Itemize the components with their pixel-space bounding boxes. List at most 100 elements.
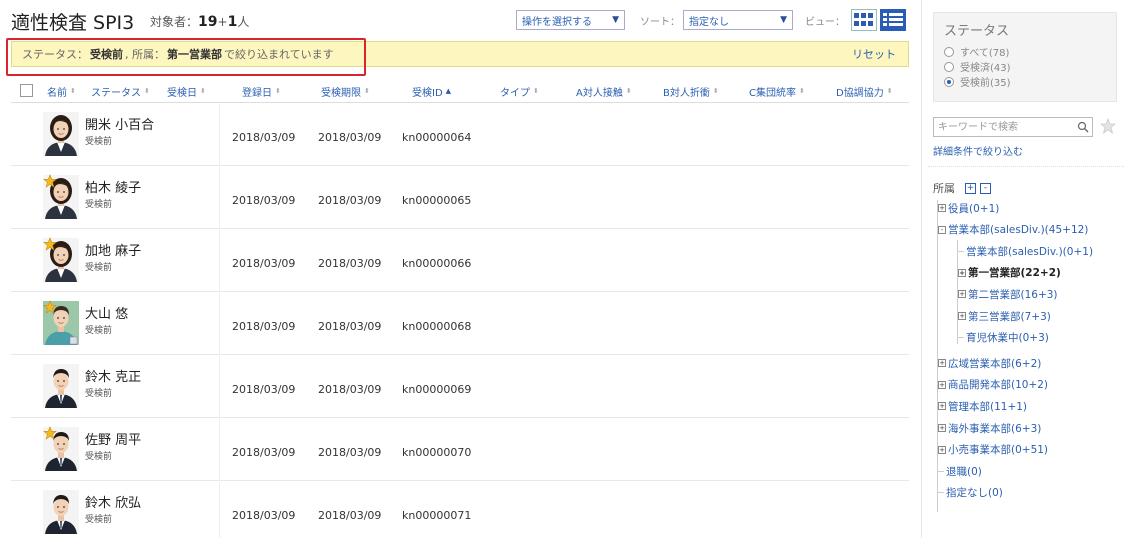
action-select[interactable]: 操作を選択する ▼ bbox=[516, 10, 625, 30]
column-header[interactable]: 受検ID ▲ bbox=[412, 84, 451, 99]
status-filter-title: ステータス bbox=[944, 24, 1010, 39]
person-name[interactable]: 大山 悠 bbox=[85, 303, 128, 322]
expand-icon[interactable]: + bbox=[938, 359, 946, 368]
column-divider bbox=[219, 356, 220, 418]
radio-button[interactable] bbox=[944, 46, 954, 57]
expand-icon[interactable]: + bbox=[958, 312, 966, 320]
view-wrap: ビュー： bbox=[805, 9, 906, 31]
sort-select[interactable]: 指定なし ▼ bbox=[683, 10, 793, 30]
column-header[interactable]: B対人折衝 ⬍ bbox=[663, 84, 719, 99]
sort-wrap: ソート： 指定なし ▼ bbox=[640, 10, 793, 30]
expand-icon[interactable]: + bbox=[938, 424, 946, 432]
chevron-down-icon: ▼ bbox=[612, 15, 619, 25]
tree-item[interactable]: + 第三営業部(7+3) bbox=[958, 309, 1051, 323]
table-row[interactable]: 鈴木 克正 受検前 2018/03/09 2018/03/09 kn00000069 bbox=[11, 356, 909, 418]
person-status: 受検前 bbox=[85, 137, 113, 147]
main-panel: 適性検査 SPI3 対象者：19+1人 操作を選択する ▼ ソート： 指定なし ▼ … bbox=[0, 0, 920, 538]
tree-item[interactable]: 営業本部(salesDiv.)(0+1) bbox=[958, 244, 1093, 258]
detail-filter-link[interactable]: 詳細条件で絞り込む bbox=[933, 143, 1023, 158]
tree-item[interactable]: + 第二営業部(16+3) bbox=[958, 287, 1058, 301]
tree-item[interactable]: - 営業本部(salesDiv.)(45+12) bbox=[938, 223, 1088, 237]
table-row[interactable]: 大山 悠受検前 2018/03/09 2018/03/09 kn00000068 bbox=[11, 293, 909, 355]
deadline-cell: 2018/03/09 bbox=[318, 194, 382, 207]
collapse-all-icon[interactable]: - bbox=[980, 182, 991, 194]
person-name[interactable]: 加地 麻子 bbox=[85, 240, 141, 259]
radio-button[interactable] bbox=[944, 61, 954, 72]
column-divider bbox=[219, 104, 220, 166]
registered-date-cell: 2018/03/09 bbox=[232, 383, 296, 396]
column-divider bbox=[219, 293, 220, 355]
avatar[interactable] bbox=[43, 112, 79, 156]
tree-branch bbox=[938, 470, 944, 472]
avatar[interactable] bbox=[43, 490, 79, 534]
column-header[interactable]: 名前 ⬍ bbox=[47, 84, 76, 99]
expand-icon[interactable]: + bbox=[938, 380, 946, 389]
tree-item[interactable]: 育児休業中(0+3) bbox=[958, 331, 1049, 345]
sort-icon: ⬍ bbox=[798, 87, 805, 95]
person-status: 受検前 bbox=[85, 200, 113, 210]
collapse-icon[interactable]: - bbox=[938, 225, 946, 234]
expand-icon[interactable]: + bbox=[958, 290, 966, 299]
search-icon[interactable] bbox=[1077, 121, 1089, 133]
person-name[interactable]: 柏木 綾子 bbox=[85, 177, 141, 196]
select-all-checkbox[interactable] bbox=[20, 84, 33, 97]
tree-item[interactable]: + 小売事業本部(0+51) bbox=[938, 443, 1048, 457]
expand-icon[interactable]: + bbox=[938, 204, 946, 212]
tree-item[interactable]: + 広域営業本部(6+2) bbox=[938, 356, 1041, 370]
exam-id-cell: kn00000069 bbox=[402, 383, 472, 396]
table-row[interactable]: 鈴木 欣弘 受検前 2018/03/09 2018/03/09 kn00000071 bbox=[11, 482, 909, 538]
status-option[interactable]: すべて(78) bbox=[944, 44, 1106, 59]
avatar[interactable] bbox=[43, 364, 79, 408]
tree-item[interactable]: + 管理本部(11+1) bbox=[938, 399, 1027, 413]
tree-item[interactable]: + 第一営業部(22+2) bbox=[958, 266, 1061, 280]
tree-item[interactable]: + 商品開発本部(10+2) bbox=[938, 378, 1048, 392]
column-header[interactable]: A対人接触 ⬍ bbox=[576, 84, 632, 99]
column-header[interactable]: タイプ ⬍ bbox=[500, 84, 539, 99]
person-name[interactable]: 鈴木 克正 bbox=[85, 366, 141, 385]
favorite-star-icon[interactable] bbox=[1100, 118, 1116, 134]
view-label: ビュー： bbox=[805, 16, 845, 28]
registered-date-cell: 2018/03/09 bbox=[232, 509, 296, 522]
grid-view-button[interactable] bbox=[851, 9, 877, 31]
tree-item[interactable]: + 役員(0+1) bbox=[938, 201, 999, 215]
sort-icon: ⬍ bbox=[625, 87, 632, 95]
column-header[interactable]: ステータス ⬍ bbox=[91, 84, 150, 99]
column-header[interactable]: 受検期限 ⬍ bbox=[321, 84, 370, 99]
table-row[interactable]: 佐野 周平 受検前 2018/03/09 2018/03/09 kn00000070 bbox=[11, 419, 909, 481]
star-icon bbox=[43, 174, 57, 188]
status-option[interactable]: 受検前(35) bbox=[944, 74, 1106, 89]
status-option[interactable]: 受検済(43) bbox=[944, 59, 1106, 74]
expand-all-icon[interactable]: + bbox=[965, 182, 976, 194]
star-icon bbox=[43, 300, 57, 314]
sort-icon: ⬍ bbox=[70, 87, 76, 95]
deadline-cell: 2018/03/09 bbox=[318, 383, 382, 396]
expand-icon[interactable]: + bbox=[938, 445, 946, 454]
tree-item[interactable]: 指定なし(0) bbox=[938, 486, 1003, 500]
table-row[interactable]: 開米 小百合 受検前 2018/03/09 2018/03/09 kn00000064 bbox=[11, 104, 909, 166]
person-status: 受検前 bbox=[85, 452, 113, 462]
reset-link[interactable]: リセット bbox=[852, 46, 896, 62]
expand-icon[interactable]: + bbox=[938, 402, 946, 411]
header-divider bbox=[11, 102, 909, 103]
tree-branch bbox=[938, 492, 944, 494]
table-row[interactable]: 柏木 綾子 受検前 2018/03/09 2018/03/09 kn00000065 bbox=[11, 167, 909, 229]
sort-label: ソート： bbox=[640, 16, 680, 28]
search-input[interactable] bbox=[934, 118, 1074, 136]
column-header[interactable]: C集団統率 ⬍ bbox=[749, 84, 805, 99]
tree-item[interactable]: 退職(0) bbox=[938, 464, 982, 478]
column-header[interactable]: 受検日 ⬍ bbox=[167, 84, 206, 99]
person-name[interactable]: 開米 小百合 bbox=[85, 114, 154, 133]
column-divider bbox=[219, 230, 220, 292]
table-row[interactable]: 加地 麻子 受検前 2018/03/09 2018/03/09 kn00000066 bbox=[11, 230, 909, 292]
radio-button[interactable] bbox=[944, 76, 954, 87]
filter-notice: ステータス： 受検前, 所属： 第一営業部 で絞り込まれています リセット bbox=[11, 41, 909, 67]
person-name[interactable]: 鈴木 欣弘 bbox=[85, 492, 141, 511]
deadline-cell: 2018/03/09 bbox=[318, 509, 382, 522]
tree-item[interactable]: + 海外事業本部(6+3) bbox=[938, 421, 1041, 435]
list-view-button[interactable] bbox=[880, 9, 906, 31]
person-name[interactable]: 佐野 周平 bbox=[85, 429, 141, 448]
exam-id-cell: kn00000071 bbox=[402, 509, 472, 522]
column-header[interactable]: 登録日 ⬍ bbox=[242, 84, 281, 99]
expand-icon[interactable]: + bbox=[958, 268, 966, 277]
column-header[interactable]: D協調協力 ⬍ bbox=[836, 84, 893, 99]
